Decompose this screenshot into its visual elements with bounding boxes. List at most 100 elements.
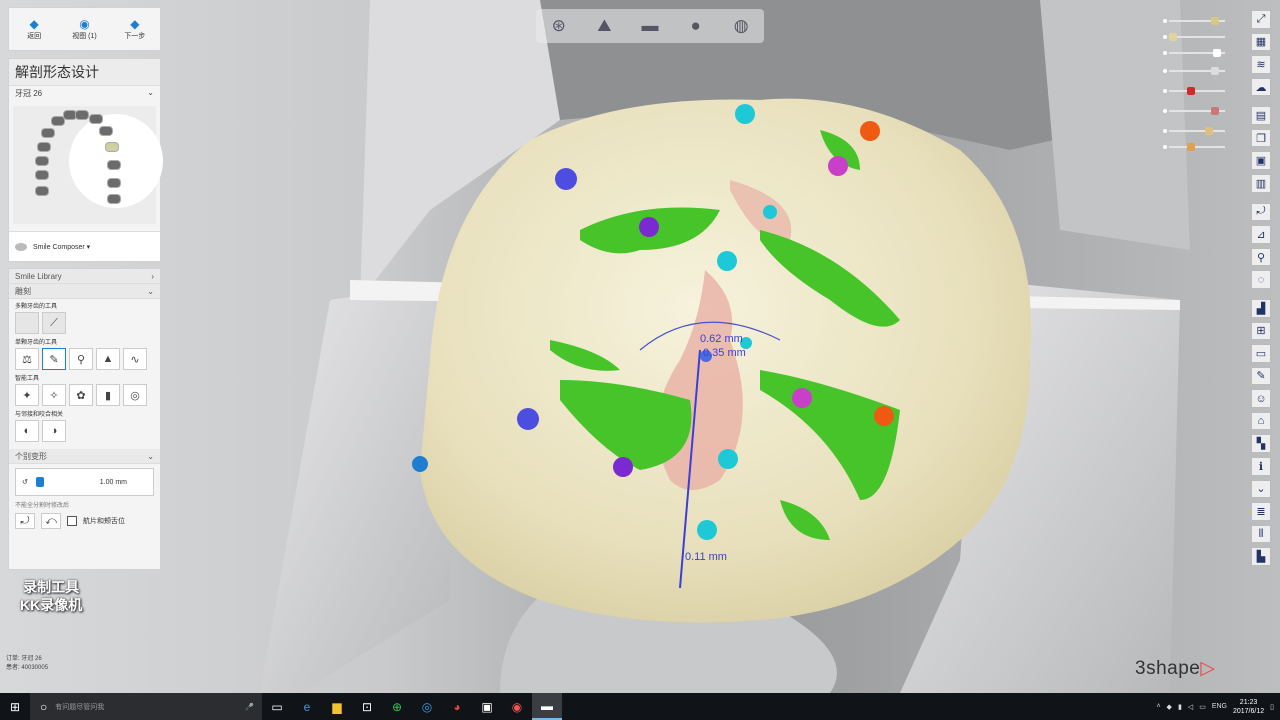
collapse-icon[interactable]: ⌄ — [1251, 479, 1271, 499]
transparency-slider[interactable] — [1163, 16, 1231, 26]
globe-icon[interactable]: ◍ — [728, 13, 754, 39]
transparency-slider[interactable] — [1163, 86, 1231, 96]
sculpt-section-header[interactable]: 雕刻 ⌄ — [9, 284, 160, 299]
language-indicator[interactable]: ENG — [1212, 703, 1227, 710]
view-button[interactable]: ◉ 视图 (1) — [59, 8, 109, 50]
thickness-stepper[interactable]: ↺ 1.00 mm — [15, 468, 154, 496]
transform-icon[interactable]: ⤾ — [1251, 202, 1271, 222]
chrome-icon[interactable]: ◕ — [442, 693, 472, 720]
section-icon[interactable]: ▬ — [637, 13, 663, 39]
brush-tool-icon[interactable]: ✎ — [42, 348, 66, 370]
transparency-slider[interactable] — [1163, 142, 1231, 152]
transparency-slider[interactable] — [1163, 48, 1231, 58]
transparency-slider[interactable] — [1163, 32, 1231, 42]
split-icon[interactable]: ⫴ — [1251, 524, 1271, 544]
tooth-selector[interactable]: 牙冠 26 ⌄ — [9, 86, 160, 106]
tooth-icon[interactable] — [107, 178, 121, 188]
jaw-view-icon[interactable]: ⊛ — [546, 13, 572, 39]
tooth-icon[interactable] — [41, 128, 55, 138]
mic-icon[interactable]: 🎤 — [245, 703, 254, 711]
histogram-icon[interactable]: ▙ — [1251, 547, 1271, 566]
face-icon[interactable]: ☺ — [1251, 389, 1271, 408]
smart-tool-3-icon[interactable]: ✿ — [69, 384, 93, 406]
tooth-icon[interactable] — [51, 116, 65, 126]
3d-viewport[interactable]: 0.62 mm 0.35 mm 0.11 mm ⊛ ⛰ ▬ ● ◍ ◆ 返回 ◉… — [0, 0, 1280, 693]
tooth-icon[interactable] — [35, 186, 49, 196]
smile-library-header[interactable]: Smile Library › — [9, 269, 160, 284]
copy-icon[interactable]: ❐ — [1251, 128, 1271, 148]
smart-tool-5-icon[interactable]: ◎ — [123, 384, 147, 406]
sphere-icon[interactable]: ● — [683, 13, 709, 39]
panel-icon[interactable]: ▤ — [1251, 106, 1271, 125]
clock[interactable]: 21:23 2017/6/12 — [1233, 698, 1264, 716]
paint-icon[interactable]: ✎ — [1251, 366, 1271, 386]
tooth-icon[interactable] — [35, 170, 49, 180]
measure-icon[interactable]: ⊿ — [1251, 225, 1271, 244]
tooth-icon[interactable] — [37, 142, 51, 152]
smile-composer-button[interactable]: Smile Composer ▾ — [9, 231, 160, 261]
tooth-icon[interactable] — [89, 114, 103, 124]
next-button[interactable]: ◆ 下一步 — [110, 8, 160, 50]
cusp-tool-icon[interactable]: ▲ — [96, 348, 120, 370]
chevron-up-icon[interactable]: ˄ — [1156, 703, 1160, 710]
option-checkbox[interactable] — [67, 516, 77, 526]
selected-tooth-icon[interactable] — [105, 142, 119, 152]
grid-icon[interactable]: ▦ — [1251, 32, 1271, 52]
brush-mode-icon[interactable]: ⤾ — [15, 513, 35, 529]
back-button[interactable]: ◆ 返回 — [9, 8, 59, 50]
scale-tool-icon[interactable]: ⚖ — [15, 348, 39, 370]
smart-tool-2-icon[interactable]: ✧ — [42, 384, 66, 406]
contact-tool-2-icon[interactable]: ◑ — [42, 420, 66, 442]
cast-icon[interactable]: ▚ — [1251, 434, 1271, 453]
thickness-slider[interactable] — [35, 477, 44, 487]
clip-icon[interactable]: ◌ — [1251, 270, 1271, 289]
smooth-tool-icon[interactable]: ∿ — [123, 348, 147, 370]
occlusion-icon[interactable]: ⛰ — [591, 13, 617, 39]
store-icon[interactable]: ⊡ — [352, 693, 382, 720]
volume-icon[interactable]: ◁ — [1188, 703, 1193, 711]
transparency-slider[interactable] — [1163, 126, 1231, 136]
stack-icon[interactable]: ≣ — [1251, 502, 1271, 521]
notifications-icon[interactable]: ▯ — [1270, 703, 1274, 711]
tooth-icon[interactable] — [75, 110, 89, 120]
tooth-icon[interactable] — [99, 126, 113, 136]
task-view-icon[interactable]: ▭ — [262, 693, 292, 720]
edge-icon[interactable]: e — [292, 693, 322, 720]
3shape-taskbar-icon[interactable]: ▬ — [532, 693, 562, 720]
app-icon-green[interactable]: ⊕ — [382, 693, 412, 720]
info-icon[interactable]: ℹ — [1251, 456, 1271, 476]
recorder-icon[interactable]: ◉ — [502, 693, 532, 720]
ruler-icon[interactable]: ⊞ — [1251, 321, 1271, 341]
shield-icon[interactable]: ◆ — [1167, 703, 1172, 711]
tooth-icon[interactable] — [107, 160, 121, 170]
contact-tool-1-icon[interactable]: ◐ — [15, 420, 39, 442]
reset-icon[interactable]: ↺ — [22, 478, 28, 486]
network-icon[interactable]: ▮ — [1178, 703, 1182, 711]
multi-tool-2[interactable]: ⟋ — [42, 312, 66, 334]
windows-start-icon[interactable]: ⊞ — [0, 693, 30, 720]
file-explorer-icon[interactable]: ▆ — [322, 693, 352, 720]
transparency-slider[interactable] — [1163, 106, 1231, 116]
clipboard-icon[interactable]: ▣ — [1251, 151, 1271, 171]
smart-tool-4-icon[interactable]: ▮ — [96, 384, 120, 406]
transparency-slider[interactable] — [1163, 66, 1231, 76]
app-icon-blue[interactable]: ◎ — [412, 693, 442, 720]
tooth-icon[interactable] — [107, 194, 121, 204]
jaw-chart[interactable] — [13, 106, 163, 224]
search-icon[interactable]: ⚲ — [1251, 247, 1271, 267]
app-icon-gray[interactable]: ▣ — [472, 693, 502, 720]
jaw-icon[interactable]: ☁ — [1251, 77, 1271, 97]
expand-icon[interactable]: ⤢ — [1251, 10, 1271, 29]
layers-icon[interactable]: ≋ — [1251, 55, 1271, 74]
smart-tool-1-icon[interactable]: ✦ — [15, 384, 39, 406]
multi-tool-1[interactable] — [15, 312, 39, 334]
search-box[interactable]: ○ 有问题尽管问我 🎤 — [30, 693, 262, 720]
tooth-icon[interactable] — [35, 156, 49, 166]
tooth-library-icon[interactable]: ⌂ — [1251, 411, 1271, 431]
scan-icon[interactable]: ▥ — [1251, 174, 1271, 193]
keyboard-icon[interactable]: ▭ — [1199, 703, 1206, 711]
chart-icon[interactable]: ▟ — [1251, 298, 1271, 318]
wax-knife-icon[interactable]: ⚲ — [69, 348, 93, 370]
curve-mode-icon[interactable]: ⤺ — [41, 513, 61, 529]
display-icon[interactable]: ▭ — [1251, 344, 1271, 363]
